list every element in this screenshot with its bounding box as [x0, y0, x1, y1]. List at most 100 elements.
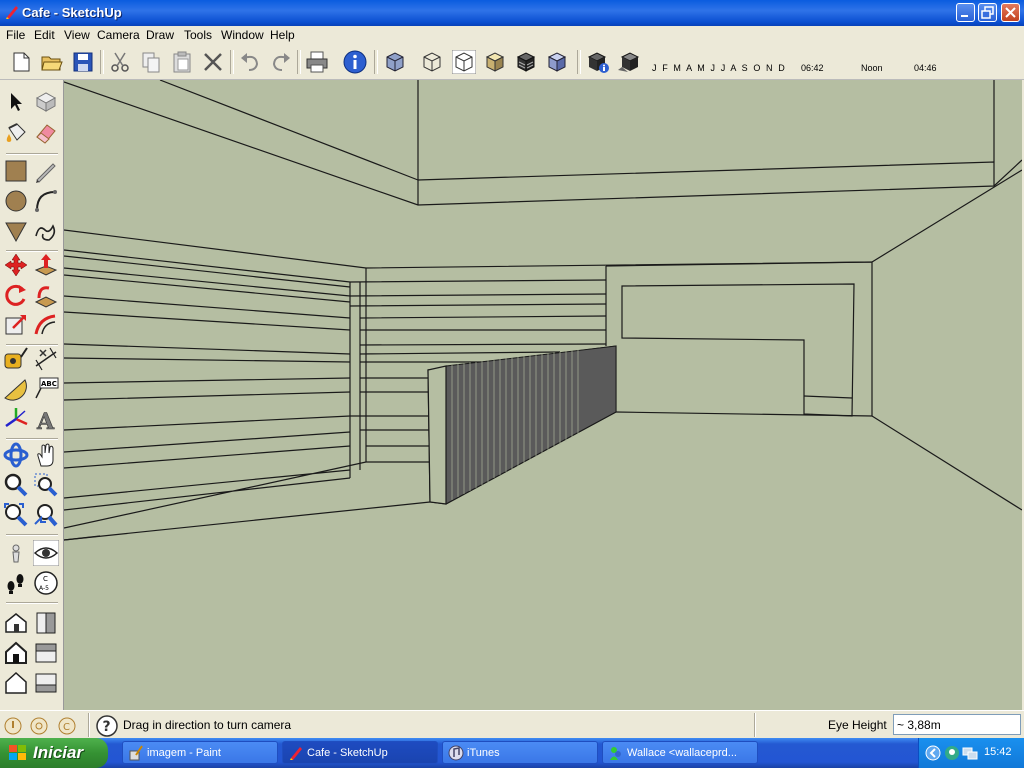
palette-separator — [6, 438, 58, 440]
menu-view[interactable]: View — [64, 28, 90, 42]
taskbar-item-itunes[interactable]: iTunes — [442, 741, 598, 764]
taskbar-item-label: imagem - Paint — [147, 747, 221, 759]
paste-icon[interactable] — [170, 50, 194, 74]
axes-icon[interactable] — [3, 406, 29, 432]
menu-help[interactable]: Help — [270, 28, 295, 42]
tool-palette: ABC A C A-5 — [0, 80, 64, 710]
iso-view-icon[interactable] — [3, 610, 29, 636]
text-icon[interactable]: ABC — [33, 376, 59, 402]
orbit-icon[interactable] — [3, 442, 29, 468]
slat-block-corner — [349, 268, 367, 478]
close-icon — [1005, 7, 1016, 18]
hidden-line-icon[interactable] — [452, 50, 476, 74]
bottom-view-icon[interactable] — [33, 670, 59, 696]
model-info-icon[interactable] — [343, 50, 367, 74]
taskbar-item-sketchup[interactable]: Cafe - SketchUp — [282, 741, 438, 764]
tray-msn-icon[interactable] — [944, 745, 960, 761]
start-button[interactable]: Iniciar — [0, 738, 108, 768]
palette-separator — [6, 602, 58, 604]
make-component-icon[interactable] — [33, 89, 59, 115]
dimensions-icon[interactable] — [33, 346, 59, 372]
wireframe-icon[interactable] — [420, 50, 444, 74]
pan-hand-icon[interactable] — [33, 442, 59, 468]
svg-text:A: A — [36, 409, 55, 432]
paint-bucket-icon[interactable] — [3, 120, 29, 146]
windows-taskbar: Iniciar imagem - Paint Cafe - SketchUp i… — [0, 738, 1024, 768]
vcb-value-input[interactable] — [893, 714, 1021, 735]
tray-expand-icon[interactable] — [925, 745, 941, 761]
menu-camera[interactable]: Camera — [97, 28, 140, 42]
top-view-icon[interactable] — [33, 640, 59, 666]
zoom-extents-icon[interactable] — [3, 502, 29, 528]
previous-view-icon[interactable] — [33, 502, 59, 528]
zoom-icon[interactable] — [3, 472, 29, 498]
windows-logo-icon — [9, 745, 26, 760]
shaded-icon[interactable] — [483, 50, 507, 74]
cut-icon[interactable] — [108, 50, 132, 74]
status-divider — [754, 713, 756, 737]
help-question-icon[interactable]: ? — [96, 715, 118, 737]
eraser-icon[interactable] — [33, 120, 59, 146]
menu-file[interactable]: File — [6, 28, 25, 42]
save-icon[interactable] — [71, 50, 95, 74]
undo-icon[interactable] — [238, 50, 262, 74]
svg-text:C: C — [63, 722, 70, 733]
new-file-icon[interactable] — [9, 50, 33, 74]
section-plane-icon[interactable]: C A-5 — [33, 570, 59, 596]
menu-tools[interactable]: Tools — [184, 28, 212, 42]
back-view-icon[interactable] — [3, 670, 29, 696]
right-view-icon[interactable] — [33, 610, 59, 636]
select-arrow-icon[interactable] — [3, 89, 29, 115]
menu-window[interactable]: Window — [221, 28, 264, 42]
ceiling-line — [159, 80, 419, 181]
credits-icon — [30, 717, 48, 735]
rotate-icon[interactable] — [3, 282, 29, 308]
front-view-icon[interactable] — [3, 640, 29, 666]
position-camera-icon[interactable] — [3, 540, 29, 566]
erase-icon[interactable] — [201, 50, 225, 74]
minimize-button[interactable] — [956, 3, 975, 22]
walk-footprints-icon[interactable] — [3, 570, 29, 596]
close-button[interactable] — [1001, 3, 1020, 22]
follow-me-icon[interactable] — [33, 282, 59, 308]
rectangle-icon[interactable] — [3, 158, 29, 184]
freehand-icon[interactable] — [33, 218, 59, 244]
look-around-eye-icon[interactable] — [33, 540, 59, 566]
print-icon[interactable] — [305, 50, 329, 74]
minimize-icon — [961, 15, 968, 17]
menu-draw[interactable]: Draw — [146, 28, 174, 42]
svg-text:ABC: ABC — [41, 380, 57, 388]
monochrome-icon[interactable] — [545, 50, 569, 74]
copy-icon[interactable] — [139, 50, 163, 74]
arc-icon[interactable] — [33, 188, 59, 214]
display-shadows-icon[interactable] — [617, 50, 641, 74]
shaded-textures-icon[interactable] — [514, 50, 538, 74]
scale-icon[interactable] — [3, 312, 29, 338]
move-icon[interactable] — [3, 252, 29, 278]
redo-icon[interactable] — [269, 50, 293, 74]
restore-button[interactable] — [978, 3, 997, 22]
tray-network-icon[interactable] — [962, 745, 978, 761]
taskbar-item-paint[interactable]: imagem - Paint — [122, 741, 278, 764]
circle-icon[interactable] — [3, 188, 29, 214]
polygon-icon[interactable] — [3, 218, 29, 244]
svg-text:C: C — [43, 575, 48, 583]
3d-text-icon[interactable]: A — [33, 406, 59, 432]
title-bar: Cafe - SketchUp — [0, 0, 1024, 26]
modeling-viewport[interactable] — [64, 80, 1022, 710]
floor-left-edge — [64, 535, 101, 541]
protractor-icon[interactable] — [3, 376, 29, 402]
status-divider — [88, 713, 90, 737]
paint-app-icon — [129, 745, 143, 761]
taskbar-item-messenger[interactable]: Wallace <wallaceprd... — [602, 741, 758, 764]
start-label: Iniciar — [33, 743, 84, 762]
shadow-settings-icon[interactable] — [586, 50, 610, 74]
push-pull-icon[interactable] — [33, 252, 59, 278]
open-folder-icon[interactable] — [40, 50, 64, 74]
offset-icon[interactable] — [33, 312, 59, 338]
menu-edit[interactable]: Edit — [34, 28, 55, 42]
tape-measure-icon[interactable] — [3, 346, 29, 372]
xray-icon[interactable] — [383, 50, 407, 74]
line-pencil-icon[interactable] — [33, 158, 59, 184]
zoom-window-icon[interactable] — [33, 472, 59, 498]
